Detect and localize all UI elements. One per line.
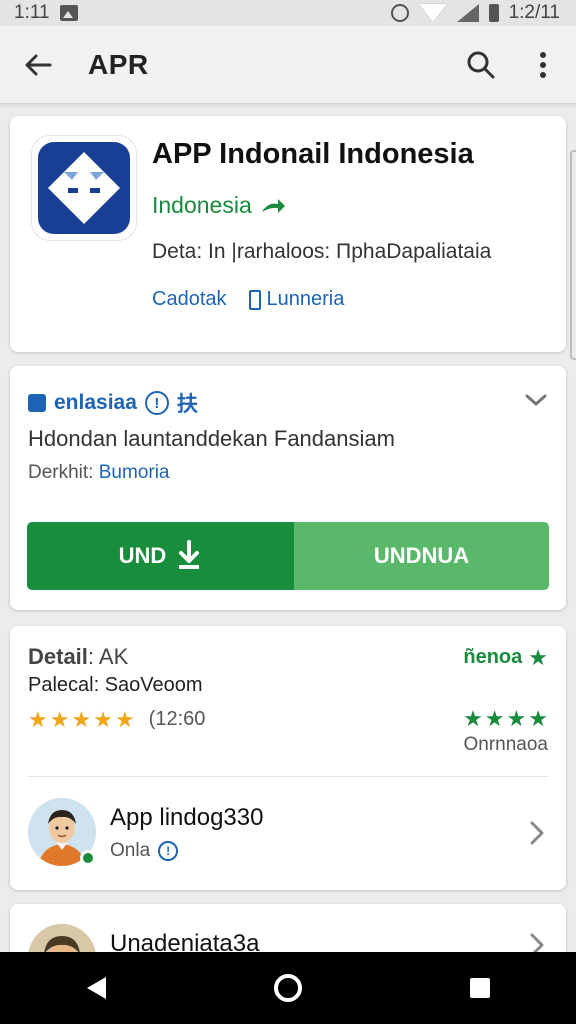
back-button[interactable] (18, 45, 58, 85)
green-star-icon: ★ (506, 706, 527, 731)
wifi-icon (418, 4, 447, 22)
install-card-heading: enlasiaa ! 扶 (28, 388, 198, 418)
app-links: Cadotak Lunneria (152, 288, 344, 311)
green-star-icon: ★ (463, 706, 483, 731)
triangle-back-icon (87, 977, 106, 999)
circle-home-icon (274, 974, 302, 1002)
publisher-value: SaoVeoom (104, 674, 203, 696)
install-card-description: Hdondan launtanddekan Fandansiam (28, 426, 395, 451)
battery-icon (488, 4, 499, 22)
rating-right-label-text: ñenoa (463, 646, 523, 668)
app-detail: Deta: In |rarhaloos: ΠphaDapaliataia (152, 240, 492, 263)
signal-icon (456, 4, 479, 22)
link-lunneria-label: Lunneria (266, 288, 345, 310)
detail-line: Detail: AK (28, 644, 128, 670)
install-button-label: UND (118, 543, 167, 568)
link-cadotak[interactable]: Cadotak (152, 288, 227, 311)
app-name: APP Indonail Indonesia (152, 138, 474, 170)
status-bar-left: 1:11 (14, 2, 78, 24)
app-country-label: Indonesia (152, 192, 252, 218)
detail-value: : AK (87, 644, 129, 669)
chevron-down-icon (525, 394, 547, 406)
app-country[interactable]: Indonesia (152, 192, 286, 219)
review-subtitle-text: Onla (110, 840, 151, 861)
nav-home-button[interactable] (258, 958, 318, 1018)
square-recents-icon (470, 978, 490, 998)
page-title: APR (88, 48, 149, 80)
publisher-line: Palecal: SaoVeoom (28, 674, 203, 697)
arrow-left-icon (25, 54, 52, 75)
link-lunneria[interactable]: Lunneria (248, 288, 345, 311)
system-nav-bar (0, 952, 576, 1024)
install-card-heading-extra: 扶 (176, 393, 198, 416)
install-button[interactable]: UND (27, 522, 294, 590)
search-button[interactable] (464, 48, 498, 82)
review-open-chevron (526, 820, 548, 846)
more-options-button[interactable] (526, 48, 560, 82)
developer-label: Derkhit: (28, 462, 94, 483)
star-icon: ★ (114, 706, 135, 732)
more-vert-icon (540, 51, 546, 78)
install-card: enlasiaa ! 扶 Hdondan launtanddekan Fanda… (10, 366, 566, 610)
app-bar: APR (0, 26, 576, 104)
star-icon: ★ (28, 706, 48, 732)
publisher-label: Palecal: (28, 674, 100, 696)
review-subtitle: Onla ! (110, 840, 179, 862)
app-header-card: APP Indonail Indonesia Indonesia Deta: I… (10, 116, 566, 352)
divider (28, 776, 548, 777)
nav-recents-button[interactable] (450, 958, 510, 1018)
green-star-icon: ★ (484, 706, 505, 731)
review-row[interactable]: App lindog330 Onla ! (10, 786, 566, 882)
phone-icon (248, 289, 261, 310)
rating-right-stars: ★ ★ ★ ★ (463, 708, 548, 730)
alarm-icon (390, 4, 409, 22)
status-time-left: 1:11 (14, 2, 50, 23)
green-star-icon: ★ (528, 706, 548, 731)
open-button[interactable]: UNDNUA (294, 522, 549, 590)
rating-right-caption: Onrnnaoa (463, 734, 548, 755)
app-logo-icon (38, 142, 130, 234)
install-card-heading-text: enlasiaa (54, 391, 137, 414)
nav-back-button[interactable] (66, 958, 126, 1018)
review-title: App lindog330 (110, 804, 264, 831)
detail-label: Detail (28, 644, 88, 669)
download-icon (179, 540, 200, 569)
rating-card: Detail: AK Palecal: SaoVeoom ★ ★ ★ ★ ★ (… (10, 626, 566, 890)
rating-stars: ★ ★ ★ ★ ★ (12:60 (28, 708, 205, 731)
rating-count: (12:60 (148, 708, 206, 730)
green-star-icon: ★ (528, 644, 548, 670)
install-button-row: UND UNDNUA (27, 522, 549, 590)
expand-button[interactable] (524, 388, 548, 412)
developer-line: Derkhit: Bumoria (28, 462, 170, 484)
app-logo (32, 136, 136, 240)
star-icon: ★ (71, 706, 92, 732)
open-button-label: UNDNUA (373, 543, 470, 568)
star-icon: ★ (49, 706, 70, 732)
status-bar: 1:11 1:2/11 (0, 0, 576, 26)
search-icon (467, 51, 495, 78)
online-status-dot (80, 850, 96, 866)
share-arrow-icon (261, 198, 285, 213)
chevron-right-icon (530, 821, 544, 845)
photo-notification-icon (59, 5, 78, 21)
developer-link[interactable]: Bumoria (99, 462, 170, 483)
scroll-indicator (570, 150, 576, 360)
star-icon: ★ (93, 706, 113, 732)
status-time-right: 1:2/11 (508, 2, 560, 23)
app-bar-actions (464, 48, 560, 82)
info-icon: ! (158, 841, 179, 861)
brand-square-icon (28, 394, 46, 412)
status-bar-right: 1:2/11 (390, 2, 560, 24)
link-cadotak-label: Cadotak (152, 288, 227, 310)
rating-right-label[interactable]: ñenoa ★ (463, 646, 548, 669)
info-icon[interactable]: ! (144, 391, 169, 415)
